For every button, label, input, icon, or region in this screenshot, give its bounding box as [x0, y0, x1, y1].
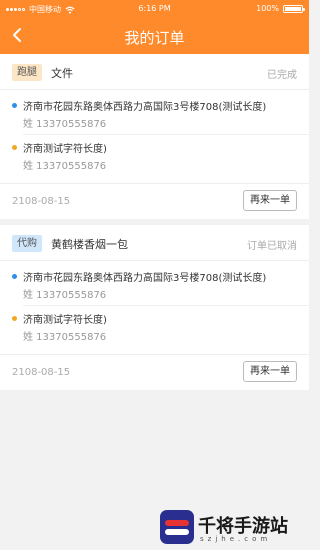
delivery-contact: 姓 13370555876	[23, 332, 107, 343]
watermark-domain: szjhe.com	[200, 535, 272, 543]
pickup-contact: 姓 13370555876	[23, 119, 107, 130]
battery-percent: 100%	[256, 4, 279, 13]
order-type-badge: 代购	[12, 235, 42, 252]
order-type-badge: 跑腿	[12, 64, 42, 81]
pickup-address: 济南市花园东路奥体西路力高国际3号楼708(测试长度)	[23, 102, 267, 113]
order-card[interactable]: 跑腿 文件 已完成 济南市花园东路奥体西路力高国际3号楼708(测试长度) 姓 …	[0, 54, 309, 219]
status-bar: 中国移动 6:16 PM 100%	[0, 0, 309, 18]
order-date: 2108-08-15	[12, 367, 71, 378]
order-header: 跑腿 文件 已完成	[0, 54, 309, 90]
order-status: 已完成	[267, 70, 297, 81]
order-title: 文件	[51, 67, 73, 80]
app-header: 中国移动 6:16 PM 100% 我的订单	[0, 0, 309, 54]
divider	[23, 134, 309, 135]
order-status: 订单已取消	[247, 241, 297, 252]
pickup-dot-icon	[12, 103, 17, 108]
order-footer: 2108-08-15 再来一单	[0, 183, 309, 219]
order-title: 黄鹤楼香烟一包	[51, 238, 128, 251]
battery-icon	[283, 4, 305, 13]
pickup-dot-icon	[12, 274, 17, 279]
order-footer: 2108-08-15 再来一单	[0, 354, 309, 390]
watermark-logo-icon	[160, 510, 194, 544]
order-date: 2108-08-15	[12, 196, 71, 207]
delivery-dot-icon	[12, 316, 17, 321]
order-card[interactable]: 代购 黄鹤楼香烟一包 订单已取消 济南市花园东路奥体西路力高国际3号楼708(测…	[0, 225, 309, 390]
delivery-address: 济南测试字符长度)	[23, 315, 107, 326]
page-title: 我的订单	[124, 29, 185, 47]
reorder-button[interactable]: 再来一单	[243, 190, 297, 211]
delivery-contact: 姓 13370555876	[23, 161, 107, 172]
order-header: 代购 黄鹤楼香烟一包 订单已取消	[0, 225, 309, 261]
pickup-contact: 姓 13370555876	[23, 290, 107, 301]
reorder-button[interactable]: 再来一单	[243, 361, 297, 382]
delivery-dot-icon	[12, 145, 17, 150]
delivery-address: 济南测试字符长度)	[23, 144, 107, 155]
watermark: 千将手游站 szjhe.com	[160, 508, 305, 548]
divider	[23, 305, 309, 306]
pickup-address: 济南市花园东路奥体西路力高国际3号楼708(测试长度)	[23, 273, 267, 284]
